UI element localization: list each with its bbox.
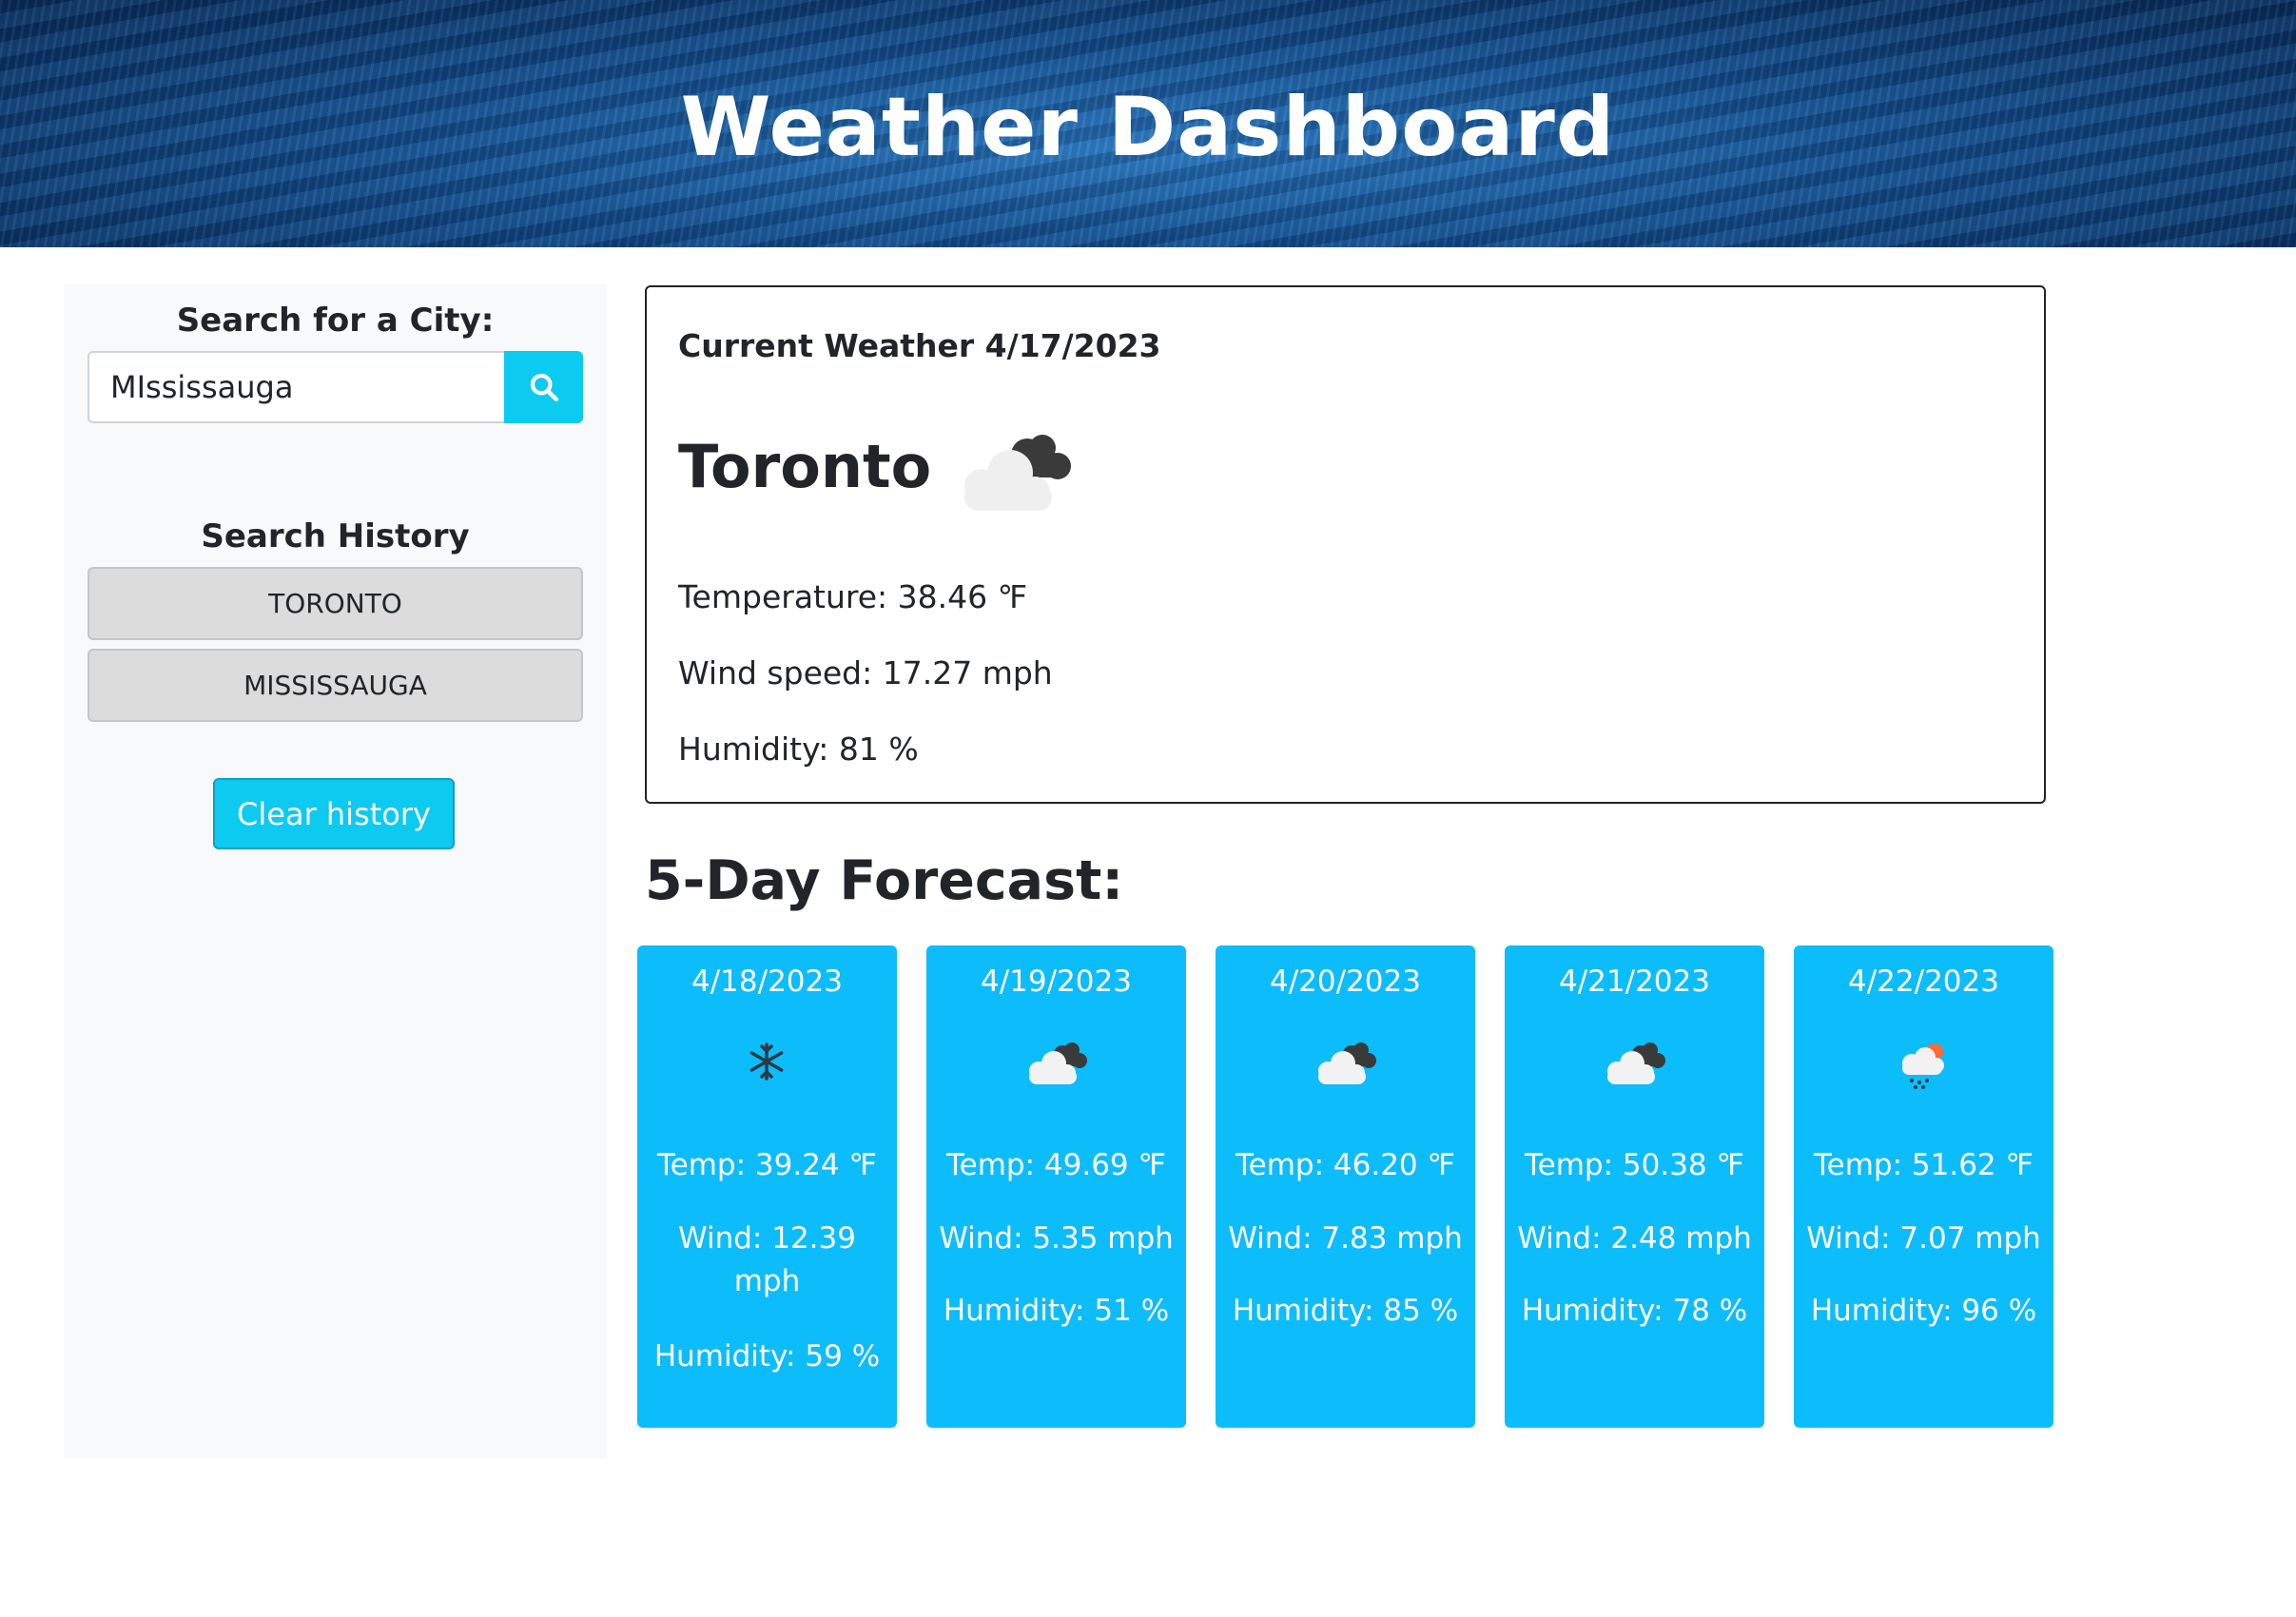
header-banner: Weather Dashboard	[0, 0, 2296, 247]
history-item-toronto[interactable]: TORONTO	[88, 567, 583, 640]
current-weather-card: Current Weather 4/17/2023 Toronto Temper…	[645, 285, 2046, 804]
forecast-temp: Temp: 49.69 ℉	[945, 1148, 1167, 1182]
current-wind: Wind speed: 17.27 mph	[678, 654, 1053, 692]
forecast-wind: Wind: 12.39 mph	[678, 1221, 856, 1298]
forecast-date: 4/21/2023	[1559, 964, 1710, 999]
current-temperature: Temperature: 38.46 ℉	[678, 578, 1028, 615]
forecast-wind: Wind: 7.83 mph	[1228, 1221, 1463, 1256]
forecast-temp: Temp: 50.38 ℉	[1524, 1148, 1745, 1182]
current-weather-heading: Current Weather 4/17/2023	[678, 327, 1161, 364]
forecast-date: 4/19/2023	[981, 964, 1132, 999]
forecast-date: 4/22/2023	[1848, 964, 1999, 999]
forecast-humidity: Humidity: 85 %	[1232, 1294, 1459, 1328]
forecast-card-3: 4/20/2023 Temp: 46.20 ℉ Wind: 7.83 mph H…	[1216, 945, 1475, 1428]
forecast-humidity: Humidity: 59 %	[653, 1339, 881, 1373]
forecast-card-2: 4/19/2023 Temp: 49.69 ℉ Wind: 5.35 mph H…	[926, 945, 1186, 1428]
snowflake-icon	[749, 1042, 784, 1081]
forecast-wind: Wind: 2.48 mph	[1517, 1221, 1752, 1256]
clear-history-button[interactable]: Clear history	[213, 778, 455, 849]
page-title: Weather Dashboard	[680, 80, 1616, 175]
current-humidity: Humidity: 81 %	[678, 731, 919, 768]
cloud-icon	[1607, 1042, 1665, 1084]
sidebar: Search for a City: Search History TORONT…	[64, 284, 607, 1458]
city-name: Toronto	[678, 432, 932, 501]
search-button[interactable]	[504, 351, 583, 423]
forecast-temp: Temp: 46.20 ℉	[1235, 1148, 1456, 1182]
search-title: Search for a City:	[176, 302, 495, 340]
forecast-humidity: Humidity: 78 %	[1521, 1294, 1748, 1328]
forecast-temp: Temp: 39.24 ℉	[656, 1148, 878, 1182]
cloud-icon	[1318, 1042, 1376, 1084]
forecast-date: 4/20/2023	[1270, 964, 1421, 999]
forecast-date: 4/18/2023	[691, 964, 843, 999]
cloud-icon	[1029, 1042, 1087, 1084]
forecast-temp: Temp: 51.62 ℉	[1813, 1148, 2034, 1182]
history-item-mississauga[interactable]: MISSISSAUGA	[88, 649, 583, 722]
rain-icon	[1902, 1043, 1944, 1089]
forecast-humidity: Humidity: 51 %	[943, 1294, 1170, 1328]
forecast-wind: Wind: 5.35 mph	[939, 1221, 1174, 1256]
search-history-title: Search History	[201, 517, 470, 555]
forecast-card-4: 4/21/2023 Temp: 50.38 ℉ Wind: 2.48 mph H…	[1505, 945, 1764, 1428]
forecast-card-5: 4/22/2023 Temp: 51.62 ℉ Wind: 7.07 mph H…	[1794, 945, 2053, 1428]
search-icon	[530, 373, 558, 402]
forecast-wind: Wind: 7.07 mph	[1806, 1221, 2041, 1256]
forecast-card-1: 4/18/2023 Temp: 39.24 ℉ Wind: 12.39 mph …	[637, 945, 897, 1428]
city-search-input[interactable]	[88, 351, 504, 423]
cloud-icon	[964, 435, 1071, 511]
forecast-humidity: Humidity: 96 %	[1810, 1294, 2037, 1328]
forecast-title: 5-Day Forecast:	[645, 849, 1124, 912]
